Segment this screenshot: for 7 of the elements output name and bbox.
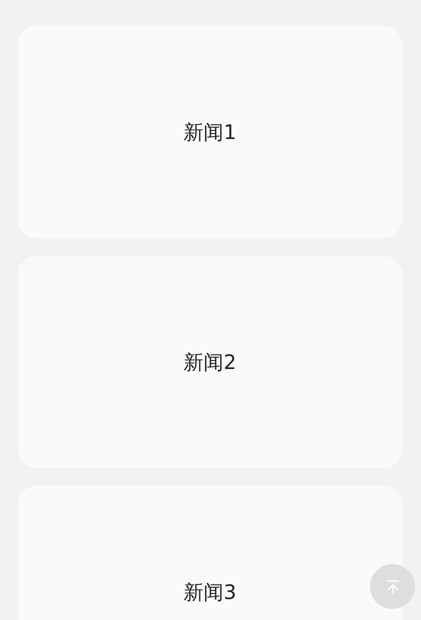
arrow-up-icon <box>384 578 400 594</box>
news-title: 新闻1 <box>184 122 236 142</box>
news-card[interactable]: 新闻1 <box>18 26 402 238</box>
news-card[interactable]: 新闻2 <box>18 256 402 468</box>
news-card[interactable]: 新闻3 <box>18 486 402 620</box>
news-title: 新闻2 <box>184 352 236 372</box>
news-title: 新闻3 <box>184 582 236 602</box>
